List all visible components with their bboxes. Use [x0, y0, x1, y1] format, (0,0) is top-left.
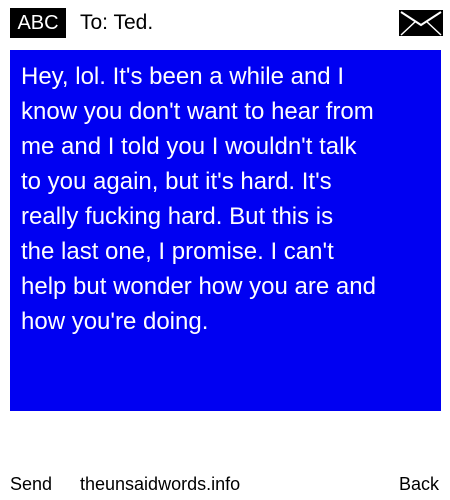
back-softkey[interactable]: Back [399, 472, 439, 496]
site-credit-label: theunsaidwords.info [80, 474, 241, 494]
message-header: ABC To: Ted. [0, 0, 450, 44]
message-compose-area[interactable]: Hey, lol. It's been a while and I know y… [10, 50, 441, 411]
send-softkey[interactable]: Send [10, 472, 52, 496]
envelope-icon [399, 10, 443, 36]
recipient-field[interactable]: To: Ted. [80, 8, 153, 38]
input-mode-badge[interactable]: ABC [10, 8, 66, 38]
message-body[interactable]: Hey, lol. It's been a while and I know y… [21, 59, 433, 339]
